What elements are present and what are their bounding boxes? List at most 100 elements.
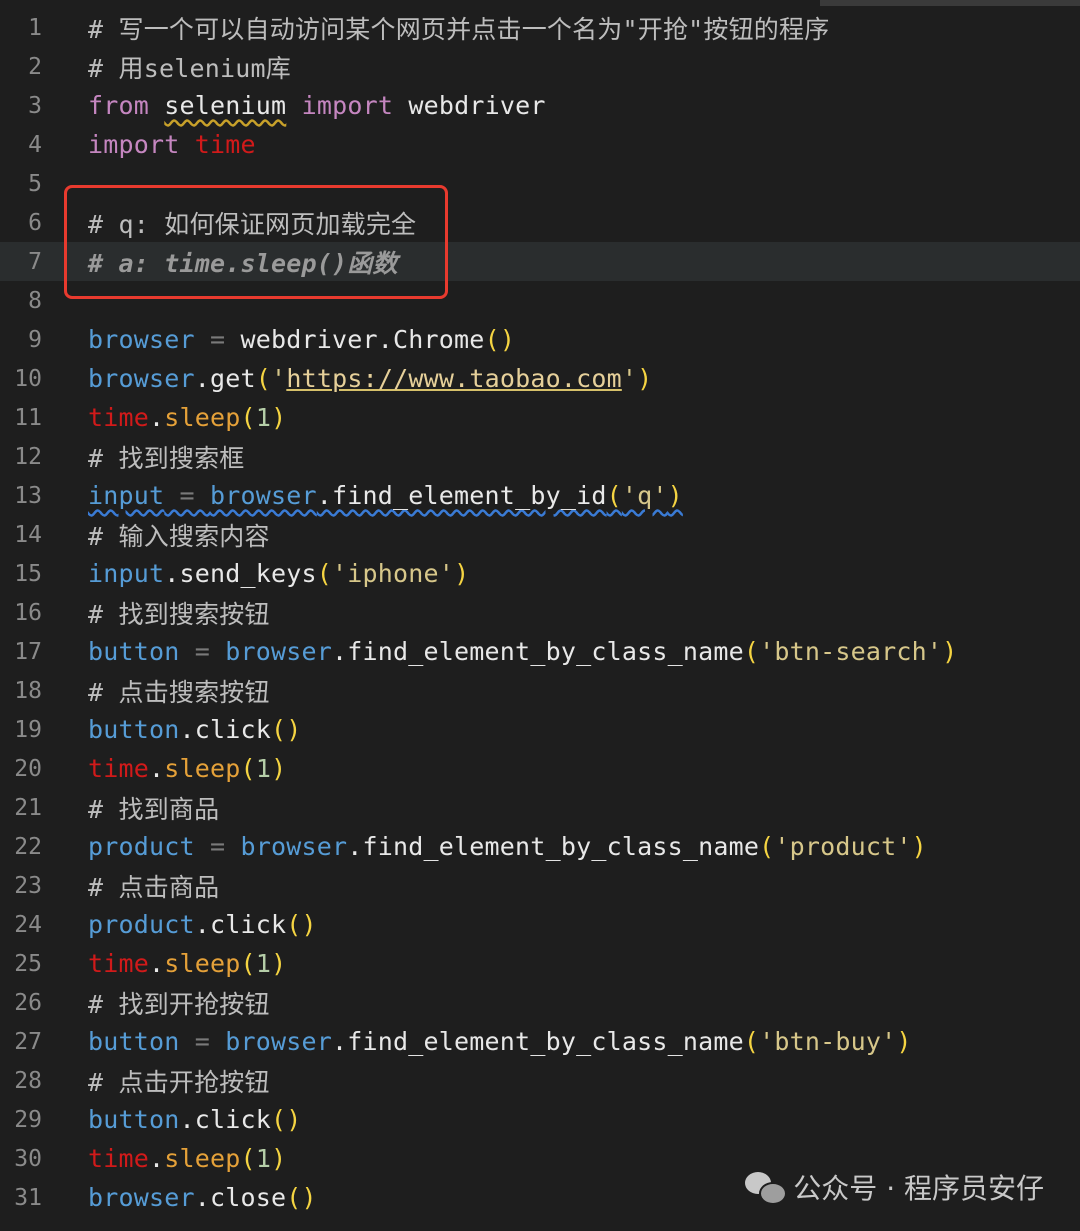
line-number: 2 (28, 53, 42, 80)
code-token: .find_element_by_class_name (332, 637, 744, 666)
code-token: ( (316, 559, 333, 588)
code-token: webdriver (393, 91, 546, 120)
code-text[interactable]: browser.get('https://www.taobao.com') (88, 364, 652, 393)
code-line[interactable]: 21 # 找到商品 (0, 788, 1080, 827)
code-token: time (88, 949, 150, 978)
scrollbar[interactable] (820, 0, 1080, 6)
code-token: import (88, 130, 180, 159)
code-line[interactable]: 3 from selenium import webdriver (0, 86, 1080, 125)
code-token: button (88, 1027, 180, 1056)
code-token: ( (240, 403, 256, 432)
line-number: 29 (14, 1106, 42, 1133)
code-line[interactable]: 19 button.click() (0, 710, 1080, 749)
code-token: # 点击商品 (88, 872, 220, 902)
line-number: 19 (14, 716, 42, 743)
code-token: ( (743, 1027, 760, 1056)
code-token: ) (637, 364, 653, 393)
line-number: 17 (14, 638, 42, 665)
code-token: button (88, 1105, 180, 1134)
code-text[interactable]: # 输入搜索内容 (88, 517, 270, 553)
code-text[interactable]: # 写一个可以自动访问某个网页并点击一个名为"开抢"按钮的程序 (88, 10, 829, 46)
code-line[interactable]: 14 # 输入搜索内容 (0, 515, 1080, 554)
code-token: .click (194, 910, 287, 939)
code-text[interactable]: # 点击商品 (88, 868, 219, 904)
code-token: ( (240, 1144, 256, 1173)
code-token: browser (225, 1027, 333, 1056)
code-line[interactable]: 24 product.click() (0, 905, 1080, 944)
code-text[interactable]: # 点击开抢按钮 (88, 1063, 270, 1099)
code-line[interactable]: 25 time.sleep(1) (0, 944, 1080, 983)
code-line[interactable]: 18 # 点击搜索按钮 (0, 671, 1080, 710)
code-token: ) (271, 403, 287, 432)
code-text[interactable]: time.sleep(1) (88, 754, 286, 783)
code-token: .send_keys (164, 559, 317, 588)
line-number: 6 (28, 209, 42, 236)
line-number: 15 (14, 560, 42, 587)
code-token: 'product' (774, 832, 912, 861)
code-line[interactable]: 22 product = browser.find_element_by_clas… (0, 827, 1080, 866)
line-number: 31 (14, 1184, 42, 1211)
code-text[interactable]: # 找到搜索按钮 (88, 595, 270, 631)
code-token: sleep (164, 403, 241, 432)
code-text[interactable]: browser = webdriver.Chrome() (88, 325, 515, 354)
code-text[interactable]: import time (88, 130, 256, 159)
code-text[interactable]: # 找到搜索框 (88, 439, 245, 475)
code-token: ( (743, 637, 760, 666)
code-token: 'btn-search' (759, 637, 943, 666)
code-token: 1 (255, 754, 272, 783)
code-editor[interactable]: 1 # 写一个可以自动访问某个网页并点击一个名为"开抢"按钮的程序 2 # 用sele… (0, 0, 1080, 1231)
code-line[interactable]: 13 input = browser.find_element_by_id('q'… (0, 476, 1080, 515)
code-token: () (484, 325, 516, 354)
code-token: ( (606, 481, 622, 510)
code-line[interactable]: 12 # 找到搜索框 (0, 437, 1080, 476)
code-text[interactable]: time.sleep(1) (88, 403, 286, 432)
code-line[interactable]: 20 time.sleep(1) (0, 749, 1080, 788)
code-token: .click (179, 1105, 272, 1134)
code-line[interactable]: 28 # 点击开抢按钮 (0, 1061, 1080, 1100)
code-text[interactable]: time.sleep(1) (88, 1144, 286, 1173)
code-line[interactable]: 29 button.click() (0, 1100, 1080, 1139)
code-text[interactable]: button = browser.find_element_by_class_n… (88, 1027, 912, 1056)
code-line[interactable]: 2 # 用selenium库 (0, 47, 1080, 86)
code-text[interactable]: product = browser.find_element_by_class_… (88, 832, 927, 861)
line-number: 13 (14, 482, 42, 509)
code-line[interactable]: 15 input.send_keys('iphone') (0, 554, 1080, 593)
code-text[interactable]: # 找到商品 (88, 790, 219, 826)
code-text[interactable]: product.click() (88, 910, 317, 939)
code-line[interactable]: 9 browser = webdriver.Chrome() (0, 320, 1080, 359)
code-line[interactable]: 4 import time (0, 125, 1080, 164)
code-text[interactable]: button.click() (88, 715, 302, 744)
code-line[interactable]: 17 button = browser.find_element_by_class… (0, 632, 1080, 671)
line-number: 27 (14, 1028, 42, 1055)
code-token: ) (911, 832, 927, 861)
code-text[interactable]: browser.close() (88, 1183, 317, 1212)
code-line[interactable]: 16 # 找到搜索按钮 (0, 593, 1080, 632)
code-line[interactable]: 27 button = browser.find_element_by_class… (0, 1022, 1080, 1061)
code-line[interactable]: 10 browser.get('https://www.taobao.com') (0, 359, 1080, 398)
code-token: # 写一个可以自动访问某个网页并点击一个名为"开抢"按钮的程序 (88, 14, 830, 44)
code-text[interactable]: button.click() (88, 1105, 302, 1134)
code-line[interactable]: 26 # 找到开抢按钮 (0, 983, 1080, 1022)
code-text[interactable]: # 找到开抢按钮 (88, 985, 270, 1021)
code-line[interactable]: 1 # 写一个可以自动访问某个网页并点击一个名为"开抢"按钮的程序 (0, 8, 1080, 47)
code-text[interactable]: input = browser.find_element_by_id('q') (88, 481, 683, 510)
line-number: 1 (28, 14, 42, 41)
code-token: ) (896, 1027, 912, 1056)
line-number: 14 (14, 521, 42, 548)
code-text[interactable]: # 用selenium库 (88, 49, 291, 85)
code-text[interactable]: time.sleep(1) (88, 949, 286, 978)
highlight-annotation-box (64, 185, 448, 299)
code-text[interactable]: input.send_keys('iphone') (88, 559, 469, 588)
code-text[interactable]: from selenium import webdriver (88, 91, 546, 120)
code-line[interactable]: 23 # 点击商品 (0, 866, 1080, 905)
line-number: 24 (14, 911, 42, 938)
code-token: ) (454, 559, 470, 588)
code-token: sleep (164, 754, 241, 783)
code-token: = (194, 325, 241, 354)
code-text[interactable]: # 点击搜索按钮 (88, 673, 270, 709)
code-token: selenium (164, 91, 287, 120)
line-number: 10 (14, 365, 42, 392)
code-line[interactable]: 11 time.sleep(1) (0, 398, 1080, 437)
code-text[interactable]: button = browser.find_element_by_class_n… (88, 637, 957, 666)
line-number: 25 (14, 950, 42, 977)
